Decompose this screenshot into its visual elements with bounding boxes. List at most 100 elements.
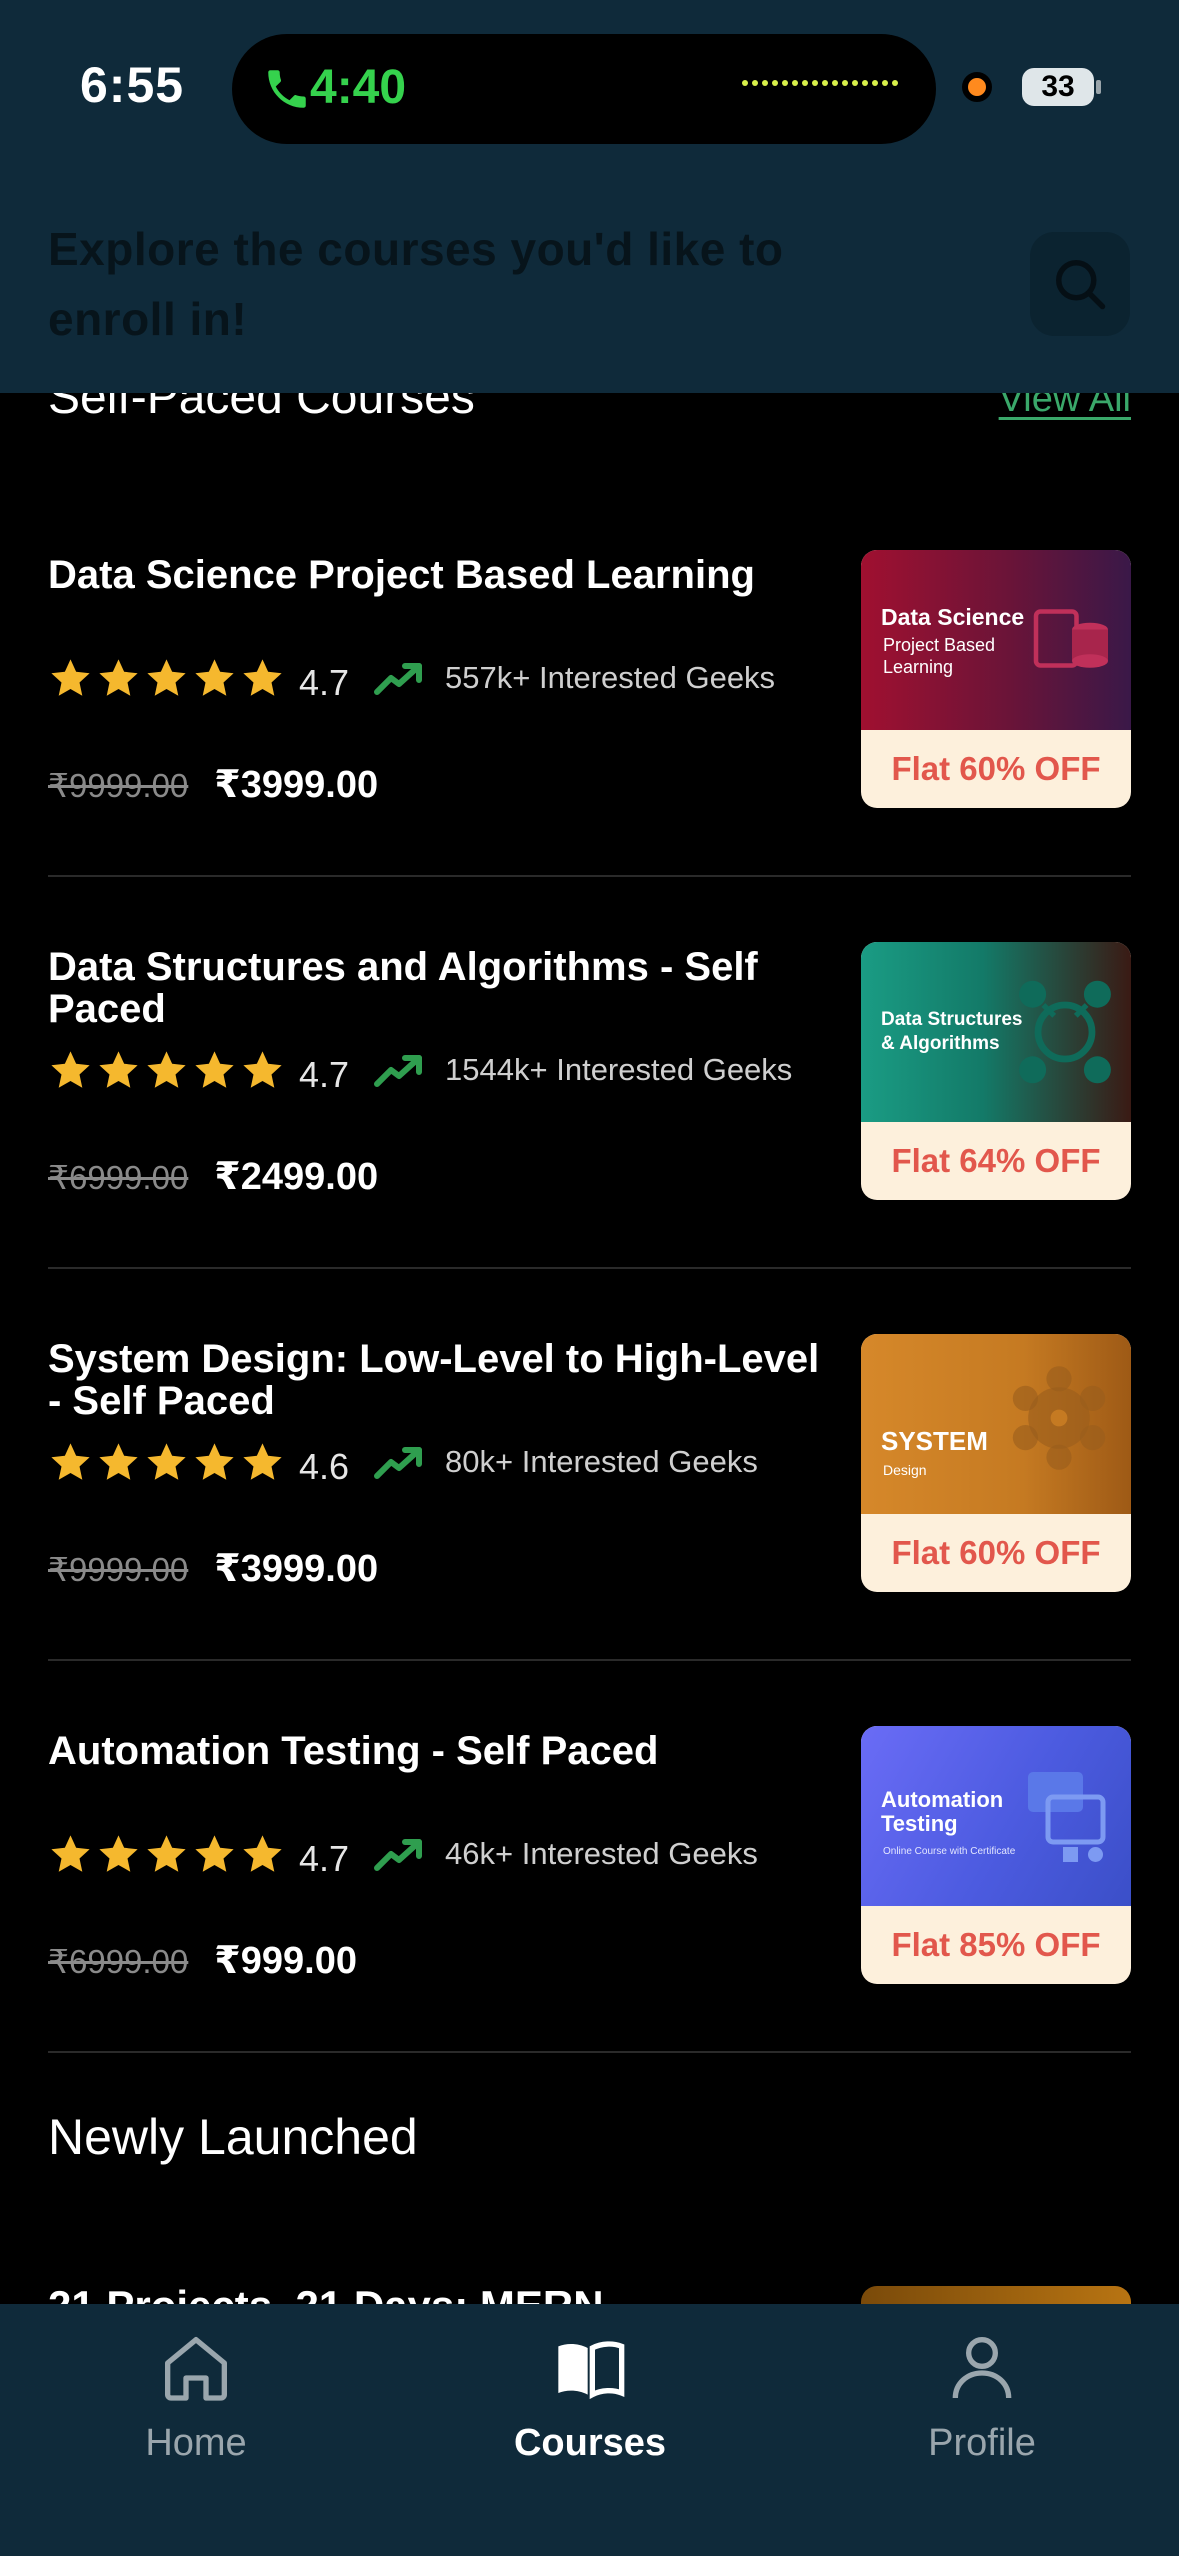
- divider: [48, 875, 1131, 877]
- battery-icon: 33: [1022, 68, 1094, 106]
- dynamic-island[interactable]: 4:40: [232, 34, 936, 144]
- price-row: ₹9999.00 ₹3999.00: [48, 762, 378, 807]
- star-icon: [99, 1050, 138, 1088]
- star-icon: [195, 1050, 234, 1088]
- mic-indicator-icon: [962, 72, 992, 102]
- star-icon: [51, 1834, 90, 1872]
- discounted-price: ₹3999.00: [214, 764, 379, 806]
- star-rating: [48, 1048, 285, 1093]
- trending-up-icon: [374, 1839, 423, 1871]
- profile-icon: [952, 2337, 1012, 2399]
- original-price: ₹6999.00: [48, 1159, 189, 1196]
- course-title: Data Structures and Algorithms - Self Pa…: [48, 945, 758, 1031]
- database-icon: [1033, 609, 1108, 668]
- divider: [48, 2051, 1131, 2053]
- discount-badge: Flat 85% OFF: [891, 1926, 1101, 1963]
- search-button[interactable]: [1030, 232, 1130, 336]
- star-icon: [147, 1050, 186, 1088]
- course-card[interactable]: Data Science Project Based Learning 4.7 …: [48, 550, 1131, 942]
- discounted-price: ₹999.00: [214, 1940, 357, 1982]
- thumbnail-subtitle: Project Based Learning: [883, 635, 996, 677]
- app-header: 6:55 4:40 33 Explore the courses you'd l…: [0, 0, 1179, 393]
- call-duration: 4:40: [310, 61, 407, 114]
- star-icon: [51, 1050, 90, 1088]
- price-row: ₹6999.00 ₹2499.00: [48, 1154, 378, 1199]
- trending-up-icon: [374, 663, 423, 695]
- discount-badge: Flat 60% OFF: [891, 1534, 1101, 1571]
- interested-count: 1544k+ Interested Geeks: [445, 1052, 793, 1087]
- rating-row: 4.7 46k+ Interested Geeks: [48, 1828, 758, 1880]
- star-icon: [243, 1442, 282, 1480]
- audio-wave-icon: [742, 80, 898, 86]
- thumbnail-title: SYSTEM: [881, 1426, 988, 1456]
- divider: [48, 1267, 1131, 1269]
- course-card[interactable]: System Design: Low-Level to High-Level -…: [48, 1334, 1131, 1726]
- trending-up-icon: [374, 1447, 423, 1479]
- phone-icon: [268, 70, 306, 108]
- star-icon: [195, 658, 234, 696]
- gear-icon: [1012, 1366, 1106, 1470]
- star-icon: [99, 1834, 138, 1872]
- search-icon: [1056, 260, 1106, 310]
- star-icon: [243, 658, 282, 696]
- bottom-navigation: Home Courses Profile: [0, 2304, 1179, 2556]
- rating-value: 4.6: [299, 1446, 350, 1487]
- course-title: Data Science Project Based Learning: [48, 553, 755, 597]
- course-title: Automation Testing - Self Paced: [48, 1729, 659, 1773]
- star-icon: [147, 1834, 186, 1872]
- page-title: Explore the courses you'd like to enroll…: [48, 223, 784, 345]
- course-thumbnail[interactable]: Data Structures & Algorithms Flat 64% OF…: [861, 942, 1131, 1200]
- status-time: 6:55: [80, 57, 185, 113]
- home-icon: [165, 2337, 227, 2401]
- rating-row: 4.7 557k+ Interested Geeks: [48, 652, 775, 704]
- interested-count: 557k+ Interested Geeks: [445, 660, 776, 695]
- thumbnail-subtitle: Design: [883, 1462, 927, 1478]
- nav-label-profile: Profile: [928, 2422, 1036, 2464]
- thumbnail-title: Data Structures & Algorithms: [881, 1009, 1023, 1054]
- course-thumbnail[interactable]: Automation Testing Online Course with Ce…: [861, 1726, 1131, 1984]
- course-thumbnail[interactable]: Data Science Project Based Learning Flat…: [861, 550, 1131, 808]
- course-card[interactable]: Automation Testing - Self Paced 4.7 46k+…: [48, 1726, 1131, 2118]
- discounted-price: ₹2499.00: [214, 1156, 379, 1198]
- interested-count: 46k+ Interested Geeks: [445, 1836, 758, 1871]
- star-icon: [51, 1442, 90, 1480]
- course-title: System Design: Low-Level to High-Level -…: [48, 1337, 820, 1423]
- original-price: ₹9999.00: [48, 767, 189, 804]
- book-icon: [558, 2341, 625, 2400]
- original-price: ₹9999.00: [48, 1551, 189, 1588]
- thumbnail-title: Data Science: [881, 604, 1025, 630]
- star-icon: [243, 1834, 282, 1872]
- star-rating: [48, 1440, 285, 1485]
- nav-item-profile[interactable]: Profile: [852, 2328, 1112, 2465]
- star-icon: [195, 1834, 234, 1872]
- thumbnail-subtitle: Online Course with Certificate: [883, 1846, 1016, 1857]
- star-icon: [51, 658, 90, 696]
- nav-label-courses: Courses: [513, 2422, 667, 2464]
- star-icon: [147, 1442, 186, 1480]
- battery-tip: [1096, 80, 1101, 94]
- star-icon: [99, 1442, 138, 1480]
- rating-value: 4.7: [299, 1838, 350, 1879]
- interested-count: 80k+ Interested Geeks: [445, 1444, 758, 1479]
- star-icon: [243, 1050, 282, 1088]
- newly-launched-title: Newly Launched: [48, 2109, 418, 2165]
- rating-row: 4.6 80k+ Interested Geeks: [48, 1436, 758, 1488]
- nav-label-home: Home: [145, 2422, 247, 2464]
- star-rating: [48, 1832, 285, 1877]
- course-card[interactable]: Data Structures and Algorithms - Self Pa…: [48, 942, 1131, 1334]
- nav-item-courses[interactable]: Courses: [460, 2328, 720, 2465]
- rating-value: 4.7: [299, 1054, 350, 1095]
- star-rating: [48, 656, 285, 701]
- star-icon: [195, 1442, 234, 1480]
- star-icon: [147, 658, 186, 696]
- course-thumbnail[interactable]: SYSTEM Design Flat 60% OFF: [861, 1334, 1131, 1592]
- original-price: ₹6999.00: [48, 1943, 189, 1980]
- price-row: ₹9999.00 ₹3999.00: [48, 1546, 378, 1591]
- price-row: ₹6999.00 ₹999.00: [48, 1938, 357, 1983]
- discount-badge: Flat 64% OFF: [891, 1142, 1101, 1179]
- discount-badge: Flat 60% OFF: [891, 750, 1101, 787]
- discounted-price: ₹3999.00: [214, 1548, 379, 1590]
- thumbnail-art: [861, 1334, 1131, 1514]
- nav-item-home[interactable]: Home: [66, 2328, 326, 2465]
- thumbnail-title: Automation Testing: [881, 1787, 1004, 1836]
